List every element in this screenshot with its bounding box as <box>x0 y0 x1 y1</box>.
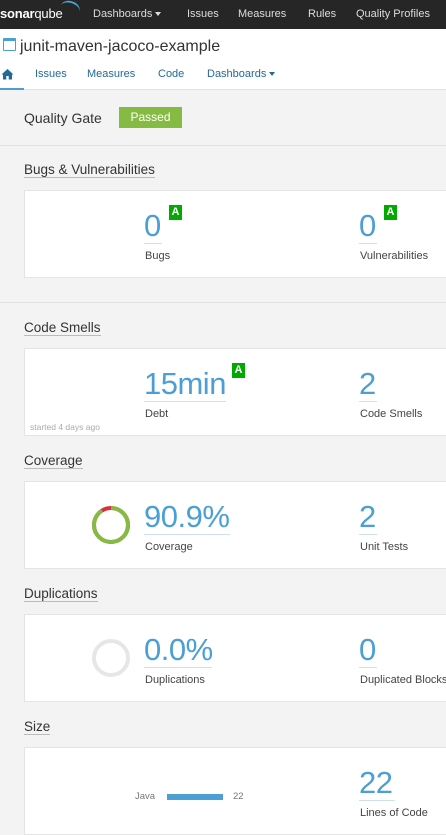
value-underline <box>359 401 377 402</box>
nav-dashboards-label: Dashboards <box>93 8 153 20</box>
vulnerabilities-rating-badge[interactable]: A <box>384 205 397 220</box>
unit-tests-value[interactable]: 2 <box>359 499 376 535</box>
vulnerabilities-value[interactable]: 0 <box>359 208 376 244</box>
value-underline <box>359 243 377 244</box>
bugs-value[interactable]: 0 <box>144 208 161 244</box>
language-name: Java <box>135 791 156 802</box>
chevron-down-icon <box>269 72 276 77</box>
duplicated-blocks-value[interactable]: 0 <box>359 632 376 668</box>
logo-text-main: sonar <box>0 6 35 21</box>
project-header: junit-maven-jacoco-example Issues Measur… <box>0 29 446 90</box>
nav-quality-profiles[interactable]: Quality Profiles <box>356 8 430 20</box>
value-underline <box>359 800 395 801</box>
value-underline <box>144 534 230 535</box>
tab-measures[interactable]: Measures <box>87 68 135 80</box>
value-underline <box>359 667 377 668</box>
language-bar <box>167 794 223 800</box>
section-title-size[interactable]: Size <box>24 719 51 735</box>
language-loc-value: 22 <box>233 791 244 802</box>
bugs-rating-badge[interactable]: A <box>169 205 182 220</box>
duplications-donut-track <box>92 639 130 677</box>
debt-value[interactable]: 15min <box>144 366 226 402</box>
section-title-bugs-vulnerabilities[interactable]: Bugs & Vulnerabilities <box>24 162 155 178</box>
value-underline <box>144 243 162 244</box>
tab-dashboards-label: Dashboards <box>207 68 267 80</box>
debt-label: Debt <box>145 408 169 420</box>
section-title-text: Size <box>24 719 51 735</box>
tab-home[interactable] <box>0 66 24 90</box>
quality-gate-status-badge[interactable]: Passed <box>119 107 182 128</box>
nav-rules[interactable]: Rules <box>308 8 336 20</box>
section-title-code-smells[interactable]: Code Smells <box>24 320 101 336</box>
section-title-coverage[interactable]: Coverage <box>24 453 83 469</box>
project-title[interactable]: junit-maven-jacoco-example <box>0 38 220 56</box>
code-smells-value[interactable]: 2 <box>359 366 376 402</box>
coverage-label: Coverage <box>145 541 193 553</box>
tab-code[interactable]: Code <box>158 68 184 80</box>
coverage-value[interactable]: 90.9% <box>144 499 230 535</box>
duplications-donut-chart <box>92 639 130 677</box>
size-card: Java 22 22 Lines of Code <box>24 747 446 835</box>
home-icon <box>1 69 14 80</box>
lines-of-code-label: Lines of Code <box>360 807 428 819</box>
nav-issues[interactable]: Issues <box>187 8 219 20</box>
section-title-text: Duplications <box>24 586 98 602</box>
debt-rating-badge[interactable]: A <box>232 363 245 378</box>
section-title-duplications[interactable]: Duplications <box>24 586 98 602</box>
code-smells-card: 15min A Debt 2 Code Smells started 4 day… <box>24 348 446 436</box>
nav-dashboards[interactable]: Dashboards <box>93 8 162 20</box>
section-title-text: Code Smells <box>24 320 101 336</box>
quality-gate-label: Quality Gate <box>24 110 102 126</box>
divider <box>0 145 446 146</box>
sonarqube-logo[interactable]: sonarqube <box>0 0 82 21</box>
chevron-down-icon <box>155 12 162 17</box>
project-title-text: junit-maven-jacoco-example <box>20 38 221 55</box>
duplications-card: 0.0% Duplications 0 Duplicated Blocks <box>24 614 446 702</box>
section-title-text: Coverage <box>24 453 83 469</box>
duplicated-blocks-label: Duplicated Blocks <box>360 674 446 686</box>
coverage-card: 90.9% Coverage 2 Unit Tests <box>24 481 446 569</box>
value-underline <box>144 401 226 402</box>
coverage-donut-chart <box>92 506 130 544</box>
value-underline <box>144 667 212 668</box>
duplications-value[interactable]: 0.0% <box>144 632 213 668</box>
vulnerabilities-label: Vulnerabilities <box>360 250 429 262</box>
divider <box>0 302 446 303</box>
tab-issues[interactable]: Issues <box>35 68 67 80</box>
lines-of-code-value[interactable]: 22 <box>359 765 393 801</box>
code-smells-label: Code Smells <box>360 408 423 420</box>
project-tabs: Issues Measures Code Dashboards <box>0 66 446 90</box>
top-navbar: sonarqube Dashboards Issues Measures Rul… <box>0 0 446 29</box>
value-underline <box>359 534 377 535</box>
started-timestamp: started 4 days ago <box>30 422 100 432</box>
coverage-donut-covered <box>92 506 130 544</box>
section-title-text: Bugs & Vulnerabilities <box>24 162 155 178</box>
nav-measures[interactable]: Measures <box>238 8 286 20</box>
unit-tests-label: Unit Tests <box>360 541 409 553</box>
duplications-label: Duplications <box>145 674 205 686</box>
bugs-vulnerabilities-card: 0 A Bugs 0 A Vulnerabilities <box>24 190 446 278</box>
tab-dashboards[interactable]: Dashboards <box>207 68 276 80</box>
bugs-label: Bugs <box>145 250 171 262</box>
project-icon <box>3 38 16 51</box>
